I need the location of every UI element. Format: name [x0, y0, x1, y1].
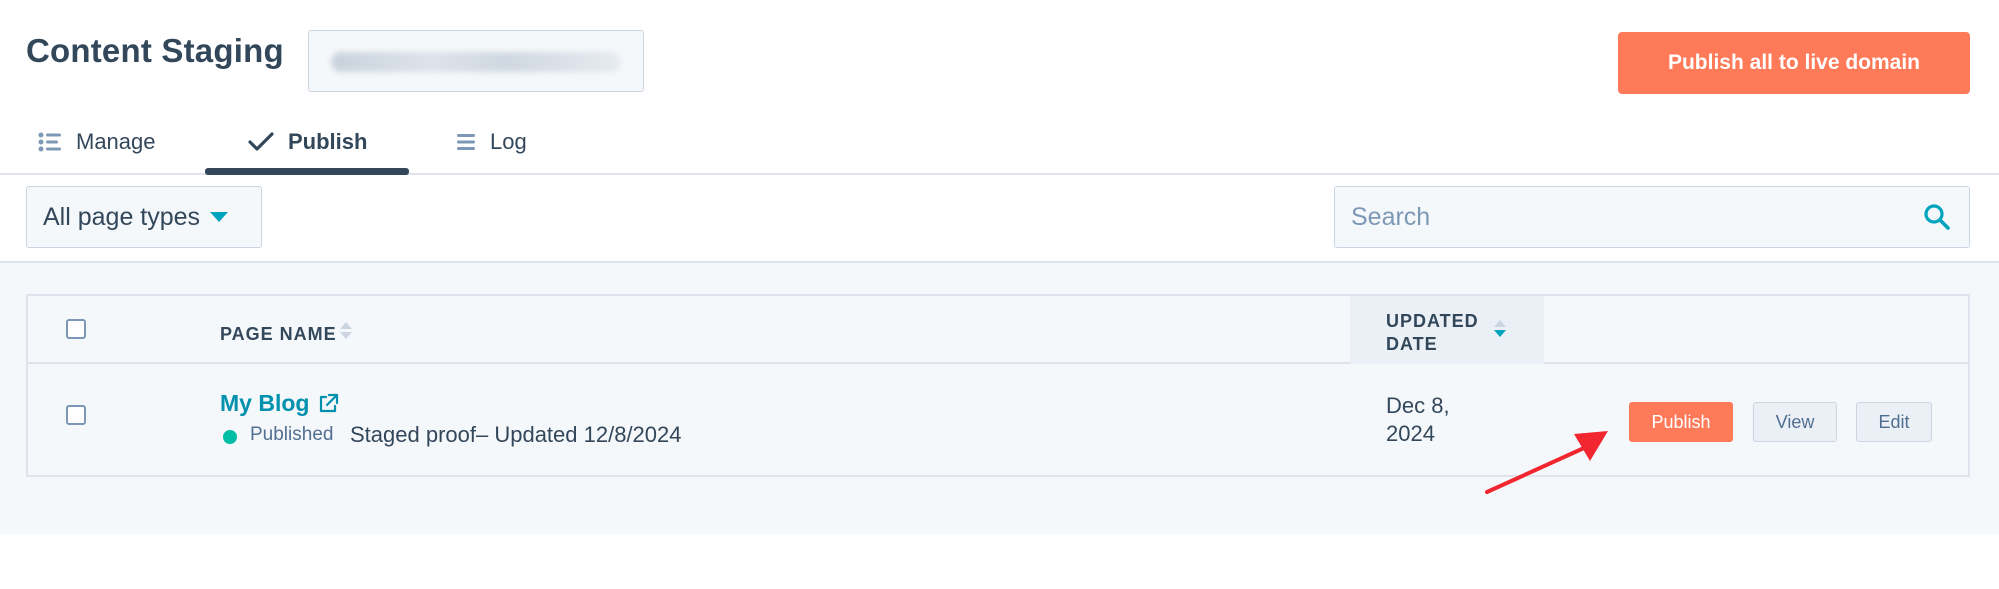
staged-note: Staged proof– Updated 12/8/2024 — [350, 422, 682, 447]
search-icon[interactable] — [1923, 203, 1951, 236]
select-all-checkbox[interactable] — [66, 319, 86, 339]
tab-publish-label: Publish — [288, 128, 368, 154]
tab-manage[interactable]: Manage — [38, 108, 156, 175]
filter-bar: All page types — [0, 175, 1999, 263]
search-box[interactable] — [1334, 186, 1970, 248]
page-name-link[interactable]: My Blog — [220, 390, 339, 417]
list-icon — [38, 132, 62, 152]
domain-select[interactable] — [308, 30, 644, 92]
page-type-dropdown[interactable]: All page types — [26, 186, 262, 248]
table-row: My Blog Published Staged proof– Updated … — [28, 366, 1968, 475]
lines-icon — [456, 132, 476, 152]
page-type-value: All page types — [43, 202, 201, 231]
active-tab-indicator — [205, 168, 409, 175]
row-checkbox[interactable] — [66, 405, 86, 425]
sort-descending-icon[interactable] — [1494, 320, 1506, 338]
publish-all-button[interactable]: Publish all to live domain — [1618, 32, 1970, 94]
page-header: Content Staging Publish all to live doma… — [0, 0, 1999, 175]
content-area: PAGE NAME UPDATED DATE My Blog Published… — [0, 263, 1999, 534]
tab-publish[interactable]: Publish — [248, 108, 367, 175]
tab-log-label: Log — [490, 128, 527, 154]
view-button[interactable]: View — [1753, 402, 1837, 442]
caret-down-icon — [210, 212, 229, 222]
publish-button[interactable]: Publish — [1629, 402, 1733, 442]
tab-log[interactable]: Log — [456, 108, 527, 175]
column-header-page-name[interactable]: PAGE NAME — [220, 324, 337, 345]
edit-button[interactable]: Edit — [1856, 402, 1932, 442]
tab-bar: Manage Publish Log — [0, 108, 1999, 175]
column-header-updated-date[interactable]: UPDATED DATE — [1386, 310, 1496, 356]
status-text: Published — [250, 424, 334, 445]
tab-manage-label: Manage — [76, 128, 156, 154]
page-name: My Blog — [220, 390, 310, 416]
search-input[interactable] — [1335, 187, 1895, 247]
external-link-icon[interactable] — [317, 393, 339, 415]
blurred-domain-value — [331, 52, 621, 72]
annotation-arrow-icon — [1485, 431, 1608, 494]
status-dot-icon — [223, 430, 237, 444]
checkmark-icon — [248, 131, 274, 152]
staging-table: PAGE NAME UPDATED DATE My Blog Published… — [26, 294, 1970, 477]
page-title: Content Staging — [26, 32, 284, 69]
table-header: PAGE NAME UPDATED DATE — [28, 296, 1968, 364]
sort-icon[interactable] — [340, 322, 352, 340]
